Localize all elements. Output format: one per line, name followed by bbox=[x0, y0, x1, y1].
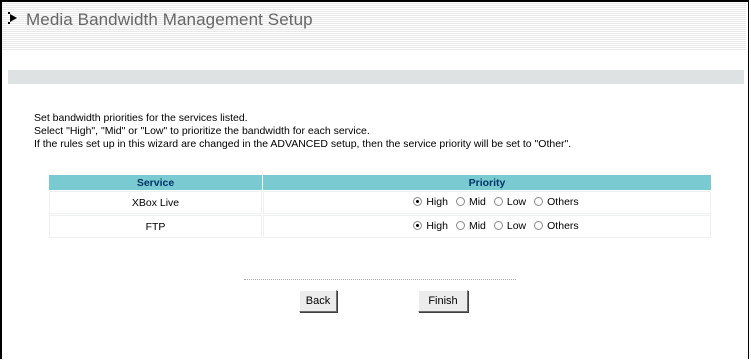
arrow-right-icon bbox=[8, 12, 17, 24]
radio-button[interactable] bbox=[455, 197, 465, 207]
priority-radio-group: High Mid Low Others bbox=[413, 196, 586, 208]
table-row: FTP High Mid Low Others bbox=[49, 215, 711, 238]
radio-label: Mid bbox=[468, 219, 486, 232]
instruction-line: Select "High", "Mid" or "Low" to priorit… bbox=[34, 125, 370, 137]
finish-button[interactable]: Finish bbox=[418, 290, 468, 312]
radio-option-others[interactable]: Others bbox=[534, 196, 579, 208]
page-header: Media Bandwidth Management Setup bbox=[2, 2, 746, 50]
radio-label: Others bbox=[547, 219, 579, 232]
radio-label: High bbox=[426, 195, 448, 208]
service-name: FTP bbox=[49, 215, 262, 238]
table-row: XBox Live High Mid Low Others bbox=[49, 191, 711, 214]
radio-label: Low bbox=[506, 195, 527, 208]
radio-button[interactable] bbox=[534, 221, 544, 231]
radio-button[interactable] bbox=[534, 197, 544, 207]
radio-option-mid[interactable]: Mid bbox=[455, 219, 486, 232]
instruction-line: Set bandwidth priorities for the service… bbox=[34, 112, 248, 124]
priority-radio-group: High Mid Low Others bbox=[413, 220, 586, 232]
radio-option-mid[interactable]: Mid bbox=[455, 195, 486, 208]
radio-option-low[interactable]: Low bbox=[493, 219, 527, 232]
radio-button[interactable] bbox=[493, 197, 503, 207]
radio-option-others[interactable]: Others bbox=[534, 220, 579, 232]
dotted-divider bbox=[244, 279, 516, 280]
radio-option-high[interactable]: High bbox=[413, 196, 448, 208]
radio-button[interactable] bbox=[413, 221, 423, 231]
radio-option-low[interactable]: Low bbox=[493, 195, 527, 208]
instructions: Set bandwidth priorities for the service… bbox=[34, 112, 571, 151]
radio-label: Low bbox=[506, 219, 527, 232]
column-header-priority: Priority bbox=[263, 175, 711, 190]
table-header-row: Service Priority bbox=[49, 175, 711, 190]
priority-options: High Mid Low Others bbox=[263, 215, 711, 238]
radio-label: Others bbox=[547, 195, 579, 208]
radio-button[interactable] bbox=[413, 197, 423, 207]
radio-option-high[interactable]: High bbox=[413, 220, 448, 232]
page-title: Media Bandwidth Management Setup bbox=[26, 10, 313, 29]
section-divider-bar bbox=[8, 70, 744, 84]
back-button[interactable]: Back bbox=[299, 290, 337, 312]
radio-button[interactable] bbox=[455, 221, 465, 231]
service-name: XBox Live bbox=[49, 191, 262, 214]
radio-label: Mid bbox=[468, 195, 486, 208]
radio-label: High bbox=[426, 219, 448, 232]
column-header-service: Service bbox=[49, 175, 262, 190]
instruction-line: If the rules set up in this wizard are c… bbox=[34, 138, 572, 150]
priority-options: High Mid Low Others bbox=[263, 191, 711, 214]
service-priority-table: Service Priority XBox Live High Mid Low … bbox=[48, 174, 712, 239]
radio-button[interactable] bbox=[493, 221, 503, 231]
